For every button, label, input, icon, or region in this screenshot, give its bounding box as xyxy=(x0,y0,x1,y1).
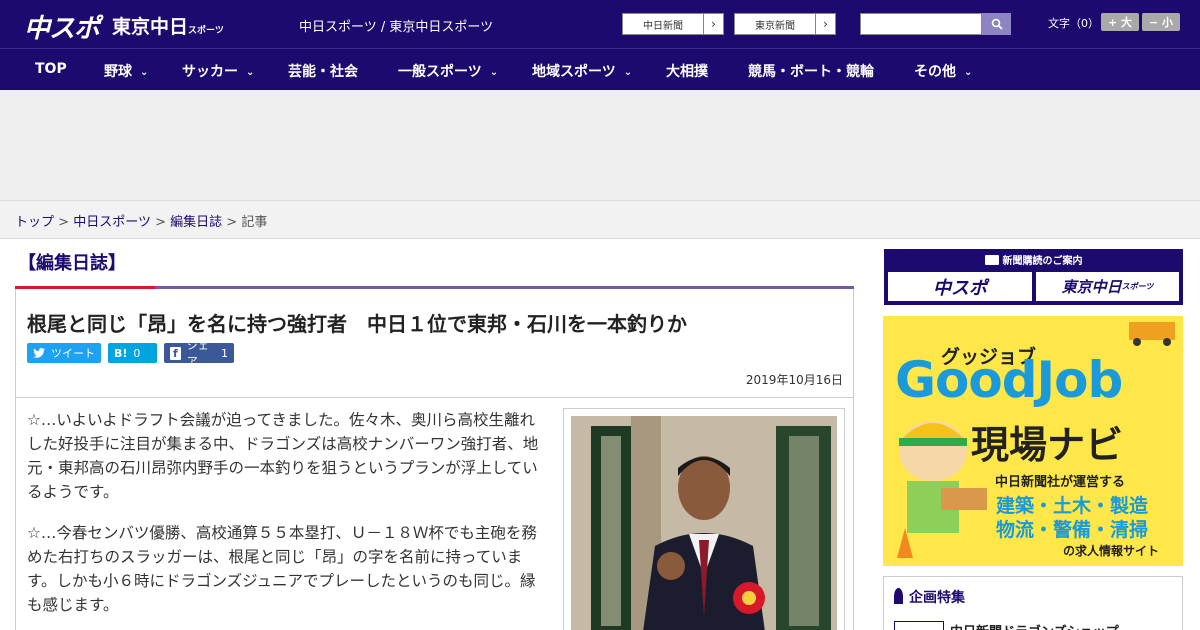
newspaper-icon xyxy=(984,255,999,265)
goodjob-navi: 現場ナビ xyxy=(971,423,1124,467)
goodjob-footer: の求人情報サイト xyxy=(1063,544,1160,558)
hatena-count: 0 xyxy=(133,346,141,360)
nav-label: TOP xyxy=(35,61,67,77)
goodjob-categories-2: 物流・警備・清掃 xyxy=(996,519,1149,541)
facebook-count: 1 xyxy=(221,346,228,360)
breadcrumb-separator: > xyxy=(155,215,166,230)
ad-banner-area xyxy=(0,90,1200,200)
nav-label: 大相撲 xyxy=(666,64,708,80)
player-photo-illustration xyxy=(571,416,837,630)
chunichi-shimbun-label: 中日新聞 xyxy=(643,20,683,32)
breadcrumb-section[interactable]: 編集日誌 xyxy=(170,215,222,230)
nav-item-baseball[interactable]: 野球 ⌄ xyxy=(104,61,148,81)
logo-chuspo[interactable]: 中スポ xyxy=(24,8,100,45)
font-bigger-button[interactable]: + 大 xyxy=(1101,13,1139,31)
nav-item-general-sports[interactable]: 一般スポーツ ⌄ xyxy=(398,61,498,81)
goodjob-title: GoodJob xyxy=(895,351,1123,409)
logo-tokyo-text: 東京中日 xyxy=(112,16,189,38)
search-icon xyxy=(991,18,1003,30)
goodjob-ad-banner[interactable]: グッジョブ GoodJob 現場ナビ 中日新聞社が運営する 建築・土木・製造 物… xyxy=(883,316,1183,566)
nav-item-top[interactable]: TOP xyxy=(35,61,67,77)
chevron-down-icon: ⌄ xyxy=(623,67,633,78)
nav-label: 芸能・社会 xyxy=(288,64,358,80)
chevron-down-icon: ⌄ xyxy=(964,67,973,78)
breadcrumb-separator: > xyxy=(58,215,70,230)
nav-item-local-sports[interactable]: 地域スポーツ ⌄ xyxy=(532,61,632,81)
subscribe-tokyo-label: 東京中日 xyxy=(1061,278,1122,296)
nav-label: 地域スポーツ xyxy=(532,64,616,80)
breadcrumb-home[interactable]: トップ xyxy=(15,215,54,230)
article-photo[interactable] xyxy=(571,416,837,630)
logo-tokyo-small: スポーツ xyxy=(188,26,224,36)
article-paragraph: ☆…今春センバツ優勝、高校通算５５本塁打、Ｕ－１８Ｗ杯でも主砲を務めた右打ちのス… xyxy=(27,524,537,614)
hatena-icon: B! xyxy=(114,346,128,360)
search-button[interactable] xyxy=(982,13,1011,35)
subscribe-tokyo-chunichi-button[interactable]: 東京中日 スポーツ xyxy=(1036,272,1179,301)
nav-label: 競馬・ボート・競輪 xyxy=(748,64,874,80)
chevron-down-icon: ⌄ xyxy=(489,67,499,78)
goodjob-operator: 中日新聞社が運営する xyxy=(995,475,1126,490)
tokyo-shimbun-link[interactable]: 東京新聞 › xyxy=(734,13,836,35)
chevron-down-icon: ⌄ xyxy=(246,67,255,78)
site-header: 中スポ 東京中日スポーツ 中日スポーツ / 東京中日スポーツ 中日新聞 › 東京… xyxy=(0,0,1200,48)
nav-label: サッカー xyxy=(182,64,238,80)
article-date: 2019年10月16日 xyxy=(745,373,843,387)
nav-label: その他 xyxy=(914,64,956,80)
font-size-label: 文字（0） xyxy=(1048,17,1099,30)
nav-item-racing[interactable]: 競馬・ボート・競輪 xyxy=(748,61,874,81)
breadcrumb-separator: > xyxy=(226,215,238,230)
subscribe-tokyo-small: スポーツ xyxy=(1121,282,1154,291)
main-nav: TOP 野球 ⌄ サッカー ⌄ 芸能・社会 一般スポーツ ⌄ 地域スポーツ ⌄ 大相撲 … xyxy=(0,48,1200,90)
font-smaller-button[interactable]: − 小 xyxy=(1142,13,1180,31)
special-features-box: 企画特集 中日新聞ドラゴンズショップ xyxy=(883,576,1183,630)
chevron-right-icon: › xyxy=(815,14,835,34)
chunichi-shimbun-link[interactable]: 中日新聞 › xyxy=(622,13,724,35)
special-features-title: 企画特集 xyxy=(894,587,965,607)
subscription-box: 新聞購読のご案内 中スポ 東京中日 スポーツ xyxy=(884,249,1183,305)
facebook-share-button[interactable]: f シェア 1 xyxy=(164,339,234,368)
tweet-button[interactable]: ツイート xyxy=(27,343,101,363)
breadcrumb-site[interactable]: 中日スポーツ xyxy=(73,215,151,230)
facebook-icon: f xyxy=(170,346,181,360)
nav-label: 一般スポーツ xyxy=(398,64,482,80)
special-features-title-text: 企画特集 xyxy=(909,590,965,606)
nav-item-sumo[interactable]: 大相撲 xyxy=(666,61,708,81)
logo-tokyo-chunichi[interactable]: 東京中日スポーツ xyxy=(112,12,224,39)
chevron-down-icon: ⌄ xyxy=(140,67,149,78)
article-headline: 根尾と同じ「昂」を名に持つ強打者 中日１位で東邦・石川を一本釣りか xyxy=(27,312,687,336)
breadcrumb-current: 記事 xyxy=(241,215,268,230)
ribbon-icon xyxy=(894,588,903,604)
article-paragraph: ☆…いよいよドラフト会議が迫ってきました。佐々木、奥川ら高校生離れした好投手に注… xyxy=(27,411,539,501)
article-header: 根尾と同じ「昂」を名に持つ強打者 中日１位で東邦・石川を一本釣りか ツイート B… xyxy=(15,289,854,398)
nav-label: 野球 xyxy=(104,64,132,80)
section-title: 【編集日誌】 xyxy=(18,253,126,274)
subscription-title-text: 新聞購読のご案内 xyxy=(1002,256,1083,267)
nav-item-entertainment[interactable]: 芸能・社会 xyxy=(288,61,358,81)
nav-item-other[interactable]: その他 ⌄ xyxy=(914,61,972,81)
subscription-title: 新聞購読のご案内 xyxy=(884,252,1183,267)
breadcrumb: トップ > 中日スポーツ > 編集日誌 > 記事 xyxy=(0,200,1200,239)
facebook-share-label: シェア xyxy=(186,339,209,368)
tweet-label: ツイート xyxy=(51,347,95,360)
tokyo-shimbun-label: 東京新聞 xyxy=(755,20,795,32)
twitter-icon xyxy=(33,348,45,358)
feature-link-dragons-shop[interactable]: 中日新聞ドラゴンズショップ xyxy=(950,621,1119,630)
feature-thumbnail[interactable] xyxy=(894,621,944,630)
subscribe-chuspo-button[interactable]: 中スポ xyxy=(888,272,1032,301)
goodjob-categories-1: 建築・土木・製造 xyxy=(996,495,1149,517)
hatena-bookmark-button[interactable]: B! 0 xyxy=(108,343,157,363)
search-input[interactable] xyxy=(860,13,982,35)
article-photo-frame xyxy=(563,408,845,630)
chevron-right-icon: › xyxy=(703,14,723,34)
article-body: ☆…いよいよドラフト会議が迫ってきました。佐々木、奥川ら高校生離れした好投手に注… xyxy=(15,398,854,630)
nav-item-soccer[interactable]: サッカー ⌄ xyxy=(182,61,254,81)
site-links[interactable]: 中日スポーツ / 東京中日スポーツ xyxy=(299,16,493,35)
